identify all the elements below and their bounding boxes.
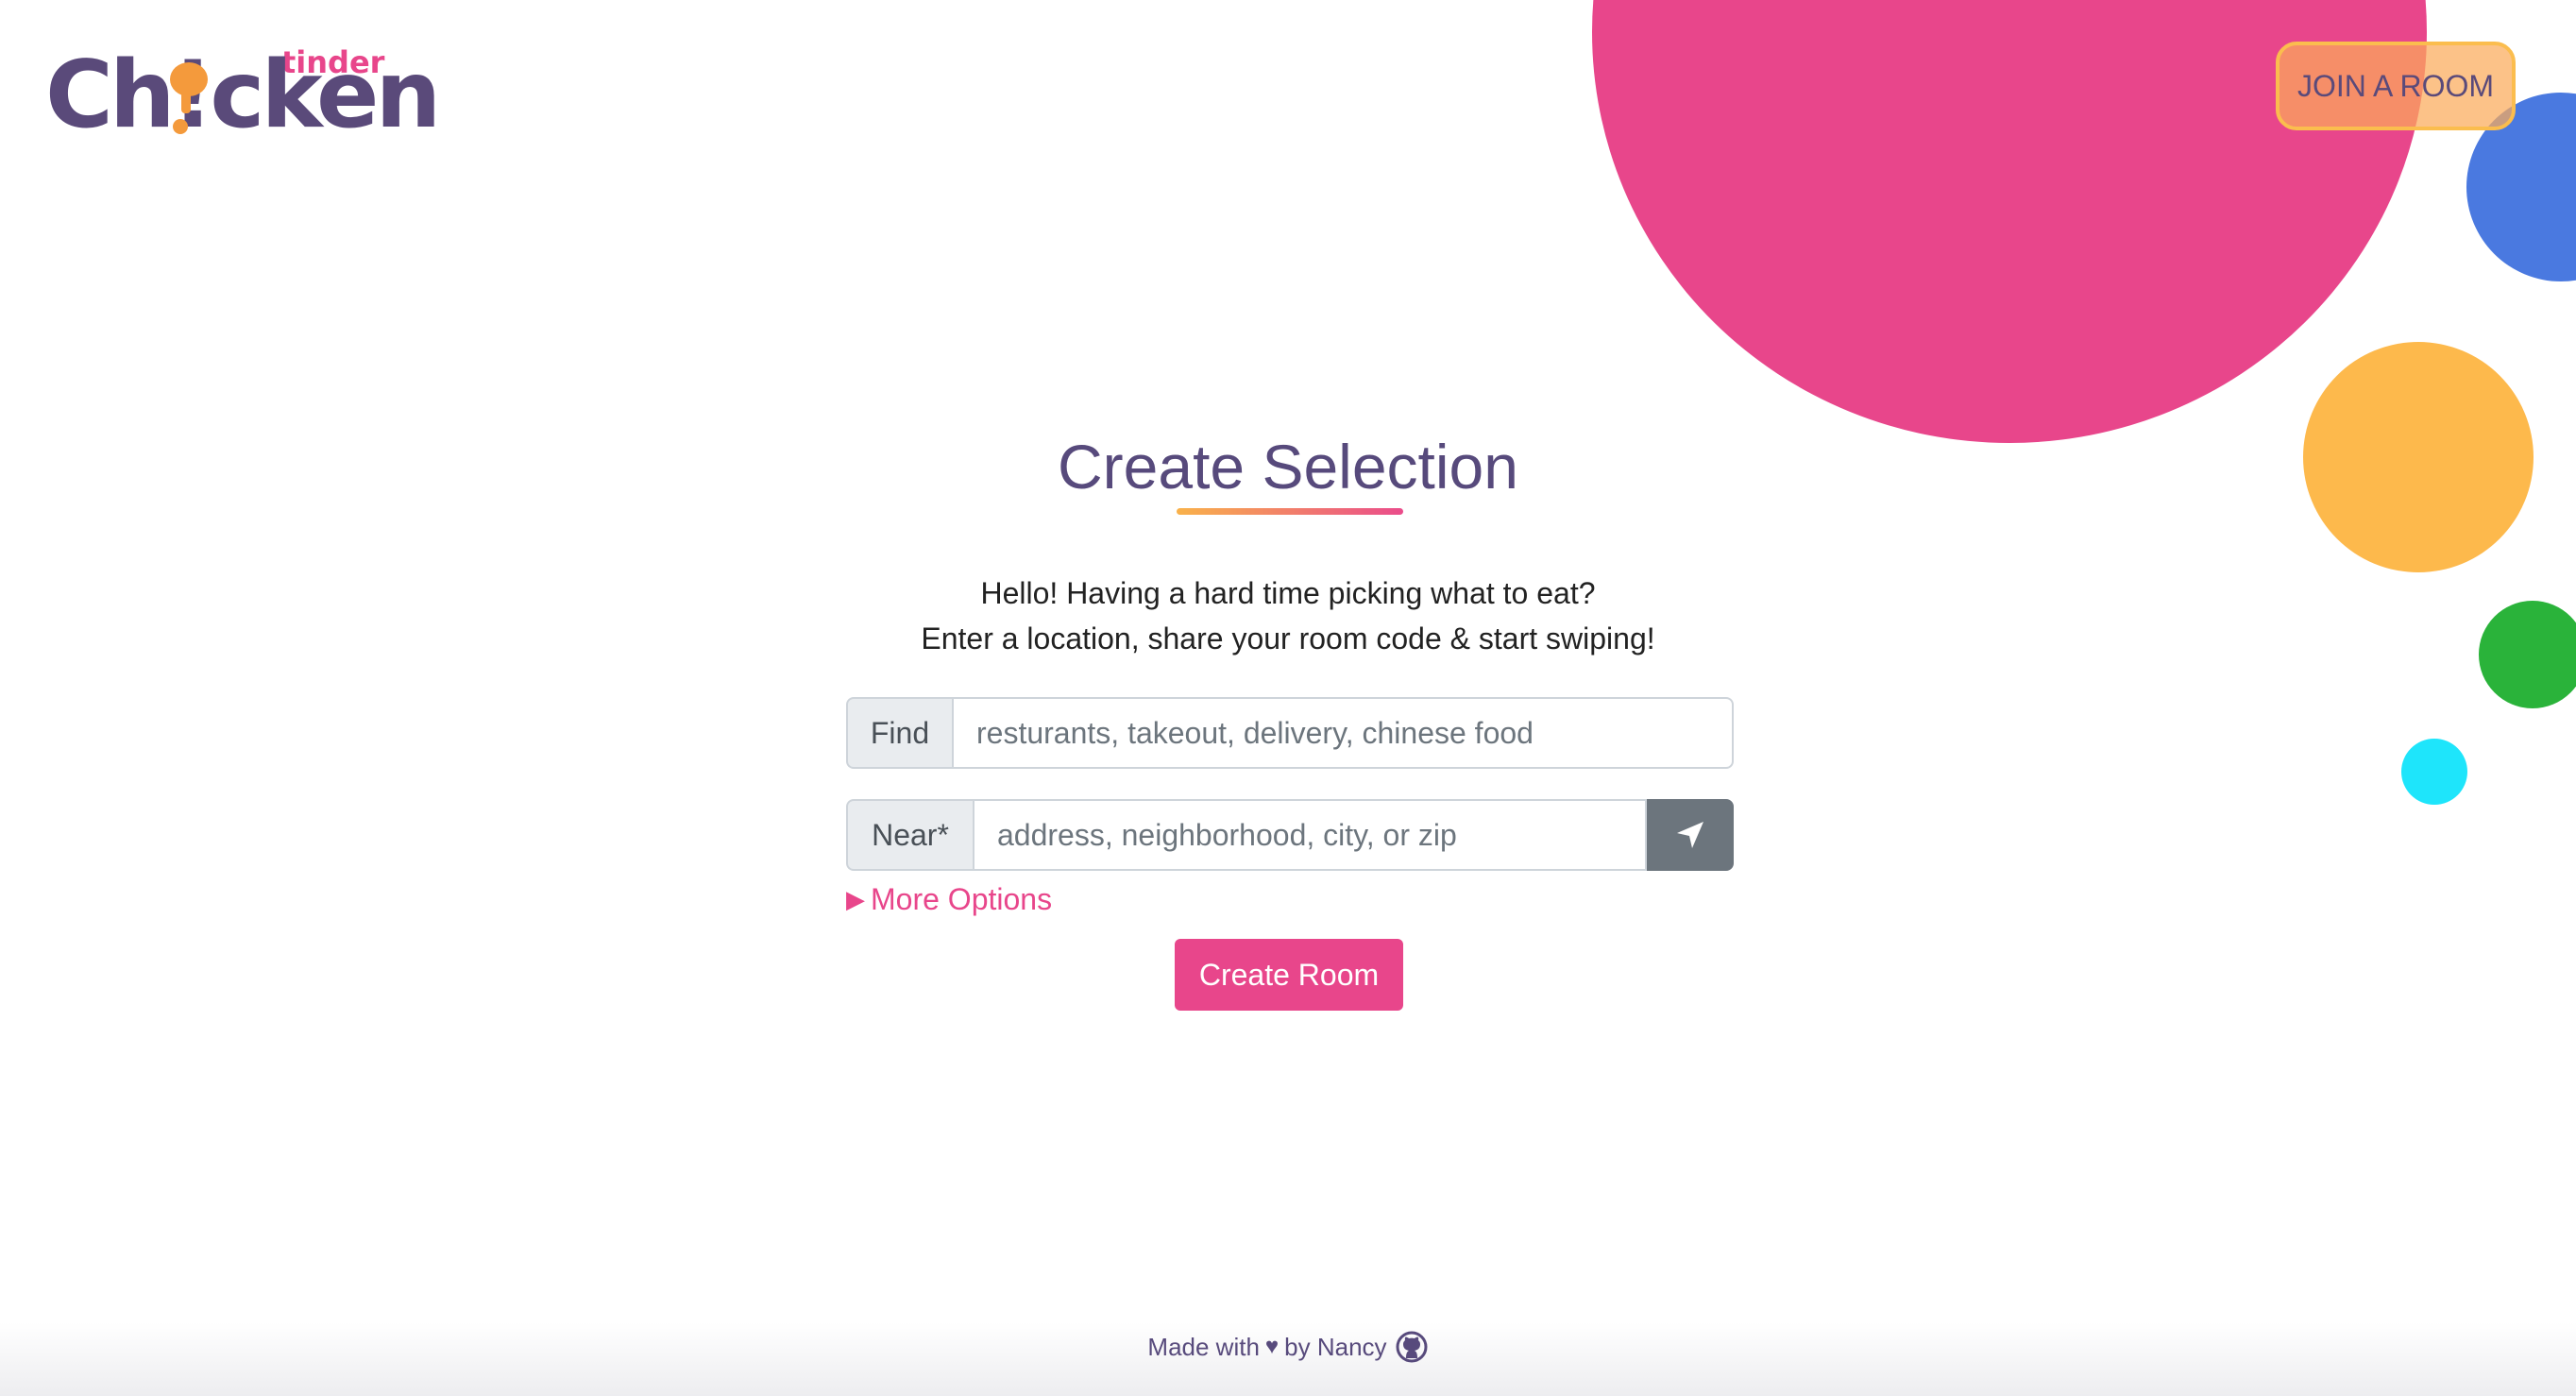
find-input-group: Find	[846, 697, 1734, 769]
drumstick-icon	[170, 62, 208, 134]
intro-line-1: Hello! Having a hard time picking what t…	[980, 576, 1596, 610]
more-options-label: More Options	[871, 882, 1053, 916]
use-current-location-button[interactable]	[1647, 799, 1734, 871]
heart-icon: ♥	[1264, 1334, 1280, 1359]
near-label: Near*	[846, 799, 973, 871]
page: tinder Ch!cken JOIN A ROOM Create Select…	[0, 0, 2576, 1396]
near-input-group: Near*	[846, 799, 1734, 871]
footer-made-with: Made with	[1147, 1332, 1260, 1361]
intro-line-2: Enter a location, share your room code &…	[921, 621, 1655, 655]
caret-right-icon: ▶	[846, 885, 865, 913]
more-options-toggle[interactable]: ▶ More Options	[846, 882, 1052, 917]
find-input[interactable]	[952, 697, 1734, 769]
near-input[interactable]	[973, 799, 1647, 871]
logo[interactable]: tinder Ch!cken	[45, 47, 441, 142]
footer: Made with ♥ by Nancy	[0, 1330, 2576, 1364]
find-label: Find	[846, 697, 952, 769]
location-arrow-icon	[1677, 822, 1703, 848]
footer-by: by Nancy	[1284, 1332, 1387, 1361]
logo-chicken-text: Ch!cken	[45, 42, 441, 149]
decorative-circle-cyan	[2401, 739, 2467, 805]
page-title: Create Selection	[1058, 432, 1518, 502]
title-underline	[1177, 508, 1403, 515]
create-room-button[interactable]: Create Room	[1175, 939, 1403, 1011]
join-room-button[interactable]: JOIN A ROOM	[2276, 42, 2516, 130]
intro-text: Hello! Having a hard time picking what t…	[0, 570, 2576, 661]
github-icon[interactable]	[1395, 1330, 1429, 1364]
